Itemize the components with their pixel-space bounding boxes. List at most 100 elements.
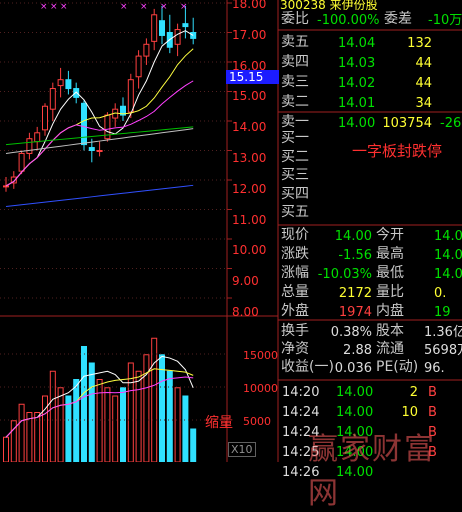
fund-label: 收益(一) (281, 359, 334, 375)
volume-bar (42, 395, 48, 462)
diff-value: -10万 (428, 13, 462, 28)
volume-bar (88, 362, 95, 462)
price-axis-tick: 8.00 (232, 305, 259, 319)
stat-value: -10.03% (317, 267, 372, 282)
volume-bar (104, 387, 111, 462)
fund-label: 净资 (281, 341, 309, 357)
fund-label: 股本 (376, 323, 404, 339)
candle-body (65, 79, 72, 90)
event-marker: × (180, 2, 188, 12)
stat-label: 量比 (376, 284, 404, 300)
fund-label: PE(动) (376, 359, 419, 375)
tick-price: 14.00 (336, 385, 374, 400)
candle-body (174, 29, 181, 45)
stat-value: 14.00 (334, 229, 372, 244)
volume-bar (81, 346, 87, 462)
buy-level-label: 买四 (281, 185, 309, 202)
ratio-value: -100.00% (317, 13, 380, 28)
sell-level-label: 卖五 (281, 34, 309, 50)
sell-level-label: 卖四 (281, 54, 309, 70)
stat-value: 14.00 (434, 229, 462, 244)
sell-level-price: 14.00 (338, 116, 376, 131)
ratio-label: 委比 (281, 11, 309, 27)
tick-time: 14:20 (282, 385, 320, 400)
stat-label: 总量 (281, 284, 309, 300)
candle-body (57, 79, 64, 87)
candle-body (18, 152, 25, 172)
sell-level-volume: 132 (407, 36, 432, 51)
candle-body (34, 132, 41, 143)
sell-level-volume: 44 (415, 56, 432, 71)
volume-bar (73, 379, 80, 462)
price-axis-tick: 13.00 (232, 151, 267, 165)
tick-direction: B (428, 405, 437, 420)
sell-level-volume: 44 (415, 76, 432, 91)
candle-body (151, 14, 158, 42)
sell-level-change: -26 (440, 116, 462, 131)
sell-level-label: 卖一 (281, 114, 309, 130)
buy-level-label: 买一 (281, 130, 309, 146)
ma5-line (5, 30, 194, 187)
volume-axis-tick: 10000 (243, 382, 278, 395)
volume-bar (166, 370, 173, 462)
price-axis-tick: 11.00 (232, 212, 267, 227)
fund-value: 5698万 (424, 343, 462, 358)
limit-down-note: 一字板封跌停 (352, 142, 443, 160)
stat-label: 最高 (376, 246, 404, 262)
stat-label: 涨跌 (281, 246, 309, 262)
candle-body (135, 55, 142, 78)
fund-value: 0.036 (334, 361, 372, 376)
volume-bar (96, 379, 103, 462)
stat-value: 14.00 (434, 248, 462, 263)
volume-bar (151, 337, 158, 462)
volume-bar (120, 387, 126, 462)
volume-bar (135, 370, 142, 462)
volume-bar (57, 387, 64, 462)
volume-bar (3, 436, 9, 462)
buy-level-label: 买三 (281, 167, 309, 183)
current-price-tag: 15.15 (226, 70, 279, 84)
tick-volume: 2 (409, 385, 418, 400)
candle-body (96, 150, 103, 152)
volume-bar (182, 395, 189, 462)
diff-label: 委差 (384, 11, 412, 27)
volume-bar (159, 354, 165, 462)
sell-level-label: 卖二 (281, 94, 309, 110)
sell-level-price: 14.01 (338, 96, 376, 111)
volume-bar (49, 370, 56, 462)
event-marker: × (60, 2, 68, 12)
sell-level-price: 14.04 (338, 36, 376, 51)
fund-value: 1.36亿 (424, 325, 462, 340)
tick-time: 14:24 (282, 405, 320, 420)
stat-label: 涨幅 (281, 265, 309, 281)
stat-label: 现价 (281, 227, 309, 243)
volume-axis-tick: 15000 (243, 349, 278, 362)
volume-bar (18, 403, 25, 462)
volume-unit-label: X10 (228, 442, 256, 457)
sell-level-volume: 34 (415, 96, 432, 111)
stat-value: 0. (434, 286, 447, 301)
fund-value: 96. (424, 361, 445, 376)
price-axis-tick: 10.00 (232, 243, 267, 258)
volume-bar (174, 387, 181, 462)
volume-axis-tick: 5000 (243, 415, 271, 428)
volume-bar (65, 395, 72, 462)
candle-body (143, 43, 150, 57)
stat-label: 最低 (376, 265, 404, 281)
sell-level-price: 14.03 (338, 56, 376, 71)
event-marker: × (40, 2, 48, 12)
stock-header-title: 300238 来伊份股 (280, 0, 378, 10)
sell-level-volume: 103754 (382, 116, 432, 131)
sell-level-price: 14.02 (338, 76, 376, 91)
volume-bar (190, 428, 197, 462)
candle-body (73, 88, 80, 98)
volume-bar (143, 354, 150, 462)
candle-body (42, 105, 48, 131)
fund-label: 流通 (376, 341, 404, 357)
tick-direction: B (428, 385, 437, 400)
stat-label: 内盘 (376, 303, 404, 319)
price-axis-tick: 14.00 (232, 120, 267, 135)
volume-bar (112, 395, 119, 462)
candle-body (88, 147, 95, 152)
stat-label: 外盘 (281, 303, 309, 319)
